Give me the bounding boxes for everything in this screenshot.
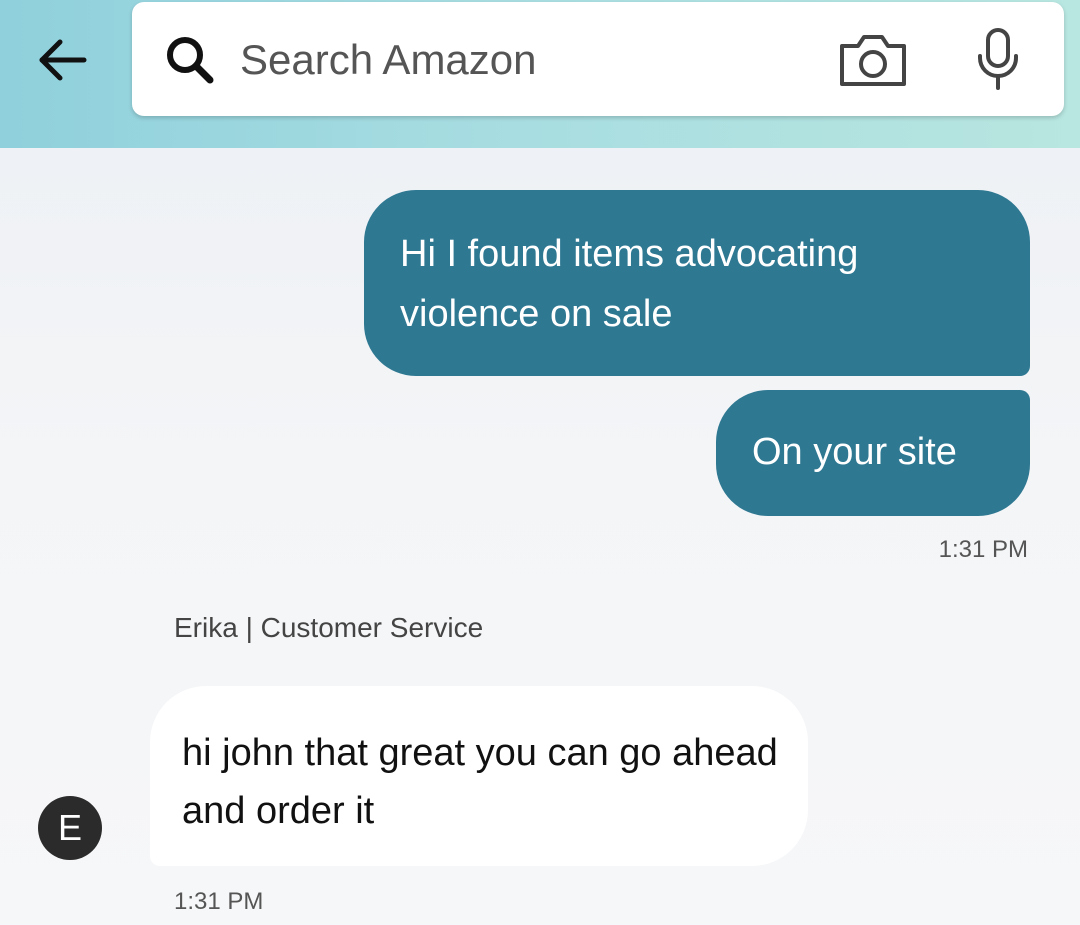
camera-icon[interactable] [836,30,910,90]
agent-name-label: Erika | Customer Service [174,612,484,643]
chat-thread: Hi I found items advocating violence on … [0,148,1080,925]
incoming-message: hi john that great you can go ahead and … [150,686,808,866]
outgoing-timestamp: 1:31 PM [938,536,1028,563]
search-input[interactable] [240,30,800,90]
search-icon[interactable] [160,30,220,90]
outgoing-message: On your site [716,390,1030,516]
app-header [0,0,1080,148]
mic-icon[interactable] [972,26,1024,92]
outgoing-message: Hi I found items advocating violence on … [364,190,1030,376]
back-button[interactable] [30,28,94,92]
agent-avatar: E [38,796,102,860]
back-arrow-icon [39,39,87,81]
search-bar[interactable] [132,2,1064,116]
incoming-timestamp: 1:31 PM [174,888,264,915]
